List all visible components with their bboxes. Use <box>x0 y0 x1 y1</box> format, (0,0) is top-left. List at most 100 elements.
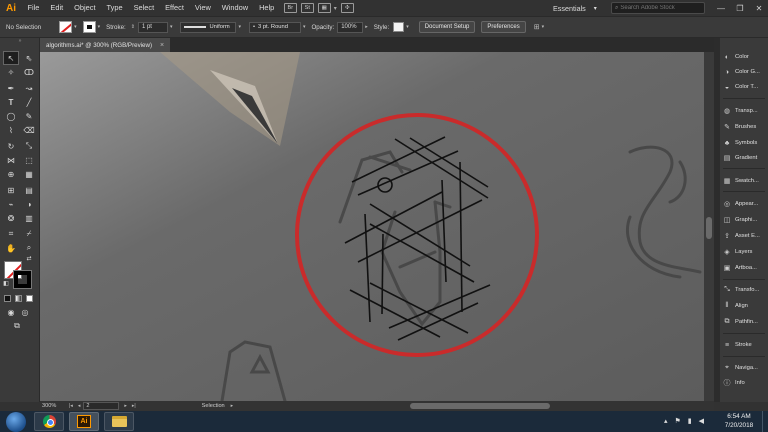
search-stock-field[interactable]: ⌕ <box>611 2 705 14</box>
none-mode-icon[interactable] <box>26 295 33 302</box>
width-tool-icon[interactable]: ⋈ <box>4 154 18 166</box>
arrange-caret-icon[interactable]: ▾ <box>334 5 337 12</box>
taskbar-explorer[interactable] <box>104 412 134 431</box>
fill-caret-icon[interactable]: ▾ <box>74 24 77 30</box>
column-graph-tool-icon[interactable]: ▥ <box>22 212 36 224</box>
shaper-tool-icon[interactable]: ⌇ <box>4 124 18 136</box>
zoom-level[interactable]: 300% <box>42 403 64 409</box>
arrange-documents-button[interactable]: ▦ <box>317 3 331 13</box>
panel-brushes[interactable]: ✎ Brushes <box>720 120 768 134</box>
show-desktop-button[interactable] <box>762 411 768 432</box>
free-transform-tool-icon[interactable]: ⬚ <box>22 154 36 166</box>
document-tab[interactable]: algorithms.ai* @ 300% (RGB/Preview) × <box>40 38 171 52</box>
profile-caret-icon[interactable]: ▾ <box>238 24 241 30</box>
ellipse-tool-icon[interactable]: ◯ <box>4 110 18 122</box>
artboard-tool-icon[interactable]: ⌗ <box>4 228 18 240</box>
style-caret-icon[interactable]: ▾ <box>406 24 409 30</box>
network-icon[interactable]: ▮ <box>688 417 692 425</box>
align-options-icon[interactable]: ⊞ <box>534 23 540 31</box>
volume-icon[interactable]: ◀ <box>699 417 704 425</box>
gradient-tool-icon[interactable]: ▤ <box>22 184 36 196</box>
fill-color-swatch[interactable] <box>59 21 73 33</box>
eraser-tool-icon[interactable]: ⌫ <box>22 124 36 136</box>
zoom-tool-icon[interactable]: ⌕ <box>22 242 36 254</box>
taskbar-chrome[interactable] <box>34 412 64 431</box>
slice-tool-icon[interactable]: ⌿ <box>22 228 36 240</box>
vertical-scroll-thumb[interactable] <box>706 217 712 239</box>
preferences-button[interactable]: Preferences <box>481 21 526 33</box>
variable-width-profile-dropdown[interactable]: Uniform <box>180 21 237 33</box>
line-segment-tool-icon[interactable]: ╱ <box>22 96 36 108</box>
screen-mode-icon[interactable]: ⧉ <box>10 320 24 332</box>
stroke-color-swatch[interactable] <box>82 21 96 33</box>
stroke-weight-field[interactable]: 1 pt <box>137 21 168 33</box>
last-artboard-icon[interactable]: ▸| <box>132 403 136 409</box>
stock-button[interactable]: St <box>300 3 314 13</box>
menu-window[interactable]: Window <box>216 0 253 16</box>
show-hidden-icons-icon[interactable]: ▴ <box>664 417 668 425</box>
stroke-swatch[interactable] <box>13 270 32 289</box>
previous-artboard-icon[interactable]: ◂ <box>78 403 81 409</box>
menu-edit[interactable]: Edit <box>45 0 69 16</box>
menu-view[interactable]: View <box>189 0 216 16</box>
menu-effect[interactable]: Effect <box>160 0 190 16</box>
symbol-sprayer-tool-icon[interactable]: ❂ <box>4 212 18 224</box>
close-tab-icon[interactable]: × <box>160 42 164 49</box>
minimize-button[interactable]: — <box>712 1 730 15</box>
panel-transparency[interactable]: ◍ Transp... <box>720 104 768 118</box>
search-input[interactable] <box>620 5 703 11</box>
panel-info[interactable]: ⓘ Info <box>720 376 768 390</box>
panel-swatches[interactable]: ▦ Swatch... <box>720 174 768 188</box>
panel-stroke[interactable]: ≡ Stroke <box>720 338 768 352</box>
panel-asset-export[interactable]: ⇪ Asset E... <box>720 229 768 243</box>
opacity-field[interactable]: 100% <box>337 21 364 33</box>
menu-help[interactable]: Help <box>254 0 280 16</box>
panel-align[interactable]: ⫴ Align <box>720 299 768 313</box>
artboard-number-field[interactable]: 2 <box>83 402 120 410</box>
panel-color-guide[interactable]: ◑ Color G... <box>720 65 768 79</box>
close-button[interactable]: ✕ <box>750 1 768 15</box>
magic-wand-tool-icon[interactable]: ✧ <box>4 66 18 78</box>
eyedropper-tool-icon[interactable]: ⌁ <box>4 198 18 210</box>
start-button[interactable] <box>6 412 26 432</box>
panel-layers[interactable]: ◈ Layers <box>720 245 768 259</box>
align-options-caret-icon[interactable]: ▾ <box>542 24 545 30</box>
panel-appearance[interactable]: ◎ Appear... <box>720 197 768 211</box>
flag-icon[interactable]: ⚑ <box>675 417 681 425</box>
taskbar-illustrator[interactable]: Ai <box>69 412 99 431</box>
brush-caret-icon[interactable]: ▾ <box>303 24 306 30</box>
workspace-switcher[interactable]: Essentials ▾ <box>553 2 597 14</box>
shape-builder-tool-icon[interactable]: ⊕ <box>4 168 18 180</box>
paintbrush-tool-icon[interactable]: ✎ <box>22 110 36 122</box>
hand-tool-icon[interactable]: ✋ <box>4 242 18 254</box>
menu-object[interactable]: Object <box>69 0 101 16</box>
blend-tool-icon[interactable]: ◑ <box>22 198 36 210</box>
perspective-grid-tool-icon[interactable]: ▦ <box>22 168 36 180</box>
status-menu-icon[interactable]: ▸ <box>231 403 234 409</box>
gpu-performance-button[interactable]: ✣ <box>340 3 354 13</box>
type-tool-icon[interactable]: T <box>4 96 18 108</box>
panel-color[interactable]: ◐ Color <box>720 50 768 64</box>
first-artboard-icon[interactable]: |◂ <box>69 403 73 409</box>
panel-color-themes[interactable]: ◒ Color T... <box>720 80 768 94</box>
mesh-tool-icon[interactable]: ⊞ <box>4 184 18 196</box>
bridge-button[interactable]: Br <box>283 3 297 13</box>
taskbar-clock[interactable]: 6:54 AM 7/20/2018 <box>718 412 760 430</box>
horizontal-scroll-thumb[interactable] <box>410 403 550 409</box>
selection-tool-icon[interactable]: ↖ <box>3 51 19 65</box>
brush-definition-dropdown[interactable]: • 3 pt. Round <box>248 21 301 33</box>
scale-tool-icon[interactable]: ⤡ <box>22 140 36 152</box>
lasso-tool-icon[interactable]: ↀ <box>22 66 36 78</box>
panel-graphic-styles[interactable]: ◫ Graphi... <box>720 213 768 227</box>
menu-select[interactable]: Select <box>128 0 160 16</box>
next-artboard-icon[interactable]: ▸ <box>124 403 127 409</box>
pen-tool-icon[interactable]: ✒ <box>4 82 18 94</box>
document-setup-button[interactable]: Document Setup <box>418 21 476 33</box>
stroke-caret-icon[interactable]: ▾ <box>98 24 101 30</box>
panel-pathfinder[interactable]: ⧉ Pathfin... <box>720 315 768 329</box>
vertical-scrollbar[interactable] <box>704 52 714 401</box>
rotate-tool-icon[interactable]: ↻ <box>4 140 18 152</box>
stroke-stepper-icon[interactable]: ⇕ <box>131 24 135 30</box>
draw-behind-icon[interactable]: ◎ <box>18 306 32 318</box>
maximize-button[interactable]: ❐ <box>731 1 749 15</box>
